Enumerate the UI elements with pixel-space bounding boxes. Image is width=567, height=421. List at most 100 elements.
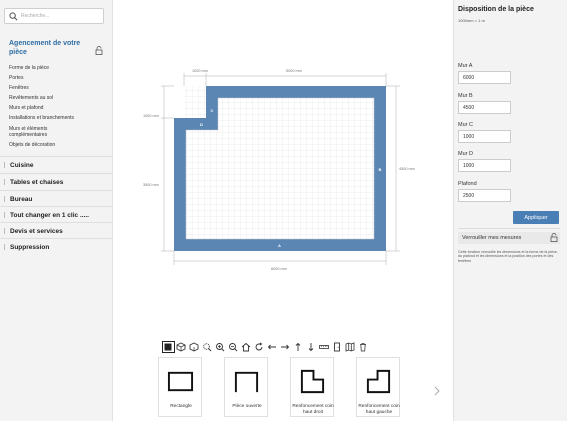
subitem-windows[interactable]: Fenêtres <box>9 83 109 93</box>
view-2d-button[interactable] <box>175 341 188 353</box>
zoom-fit-button[interactable] <box>201 341 214 353</box>
wall-c-input[interactable] <box>458 130 511 143</box>
lock-measures-toggle[interactable]: Verrouiller mes mesures <box>458 232 560 244</box>
shape-label: Pièce ouverte <box>232 404 262 409</box>
category-office[interactable]: Bureau <box>0 190 113 207</box>
open-room-shape-icon <box>234 371 259 393</box>
room-settings-panel: Disposition de la pièce 1000mm = 1 m Mur… <box>453 0 567 421</box>
canvas-toolbar <box>162 340 370 354</box>
subitem-installations[interactable]: Installations et branchements <box>9 113 109 123</box>
wall-d-input[interactable] <box>458 159 511 172</box>
home-button[interactable] <box>240 341 253 353</box>
next-shapes-button[interactable] <box>434 383 440 396</box>
lock-note: Cette fonction verrouille les dimensions… <box>458 250 558 263</box>
rectangle-shape-icon <box>167 371 194 392</box>
shape-card-rectangle[interactable]: Rectangle <box>158 357 202 417</box>
move-down-button[interactable] <box>305 341 318 353</box>
map-button[interactable] <box>344 341 357 353</box>
lock-icon <box>550 233 558 242</box>
subitem-walls-ceiling[interactable]: Murs et plafond <box>9 103 109 113</box>
chevron-right-icon <box>434 386 440 396</box>
search-icon <box>9 11 18 20</box>
home-icon <box>241 342 251 352</box>
dim-bottom: 6000 mm <box>271 267 287 271</box>
category-delete[interactable]: Suppression <box>0 238 113 255</box>
delete-button[interactable] <box>357 341 370 353</box>
zoom-in-button[interactable] <box>214 341 227 353</box>
zoom-out-button[interactable] <box>227 341 240 353</box>
lock-measures-label: Verrouiller mes mesures <box>462 235 522 241</box>
shape-card-recess-top-right[interactable]: Renfoncement coin haut droit <box>290 357 334 417</box>
category-tables-chairs[interactable]: Tables et chaises <box>0 173 113 190</box>
arrow-down-icon <box>308 343 314 352</box>
subitem-decoration[interactable]: Objets de décoration <box>9 140 109 150</box>
wall-label-c[interactable]: C <box>211 108 214 113</box>
subitem-walls-elements[interactable]: Murs et éléments complémentaires <box>9 124 69 140</box>
door-button[interactable] <box>331 341 344 353</box>
select-tool-button[interactable] <box>162 341 175 353</box>
shape-label: Renfoncement coin haut gauche <box>358 404 400 415</box>
scale-note: 1000mm = 1 m <box>458 18 485 23</box>
shape-label: Renfoncement coin haut droit <box>292 404 334 415</box>
floor-plan-canvas[interactable]: 1000 mm 5000 mm 1000 mm 3500 mm 4500 mm … <box>114 0 453 340</box>
wall-a-input[interactable] <box>458 71 511 84</box>
move-left-button[interactable] <box>266 341 279 353</box>
category-kitchen[interactable]: Cuisine <box>0 156 113 173</box>
arrow-up-icon <box>295 342 301 351</box>
divider <box>458 228 560 229</box>
subitem-room-shape[interactable]: Forme de la pièce <box>9 63 109 73</box>
search-input[interactable] <box>21 13 101 19</box>
subitem-doors[interactable]: Portes <box>9 73 109 83</box>
arrow-left-icon <box>268 344 277 350</box>
rotate-button[interactable] <box>253 341 266 353</box>
view-2d-icon <box>176 342 186 352</box>
dim-top-right: 5000 mm <box>286 69 302 73</box>
shape-label: Rectangle <box>170 404 192 409</box>
wall-label-b[interactable]: B <box>379 167 382 172</box>
recess-top-right-shape-icon <box>300 369 325 394</box>
select-icon <box>164 343 172 351</box>
section-title-room-layout[interactable]: Agencement de votre pièce <box>9 39 91 57</box>
zoom-out-icon <box>229 343 238 352</box>
wall-c-label: Mur C <box>458 122 473 128</box>
map-icon <box>345 342 355 352</box>
subitem-floor-coverings[interactable]: Revêtements au sol <box>9 93 109 103</box>
notch-ghost <box>184 86 206 118</box>
wall-d-label: Mur D <box>458 151 473 157</box>
wall-label-a[interactable]: A <box>278 243 281 248</box>
dim-right: 4500 mm <box>399 167 415 171</box>
category-change-all[interactable]: Tout changer en 1 clic ..... <box>0 206 113 223</box>
shape-card-open-room[interactable]: Pièce ouverte <box>224 357 268 417</box>
lock-icon[interactable] <box>95 42 103 55</box>
apply-button[interactable]: Appliquer <box>513 211 559 224</box>
dim-left-bottom: 3500 mm <box>143 183 159 187</box>
panel-title: Disposition de la pièce <box>458 6 534 13</box>
wall-label-d[interactable]: D <box>200 122 203 127</box>
left-sidebar: Agencement de votre pièce Forme de la pi… <box>0 0 113 421</box>
view-3d-button[interactable] <box>188 341 201 353</box>
dim-top-left: 1000 mm <box>192 69 208 73</box>
ruler-button[interactable] <box>318 341 331 353</box>
zoom-fit-icon <box>203 343 212 352</box>
category-quote-services[interactable]: Devis et services <box>0 222 113 239</box>
shape-card-recess-top-left[interactable]: Renfoncement coin haut gauche <box>356 357 400 417</box>
ceiling-label: Plafond <box>458 181 477 187</box>
room-shape-picker: Rectangle Pièce ouverte Renfoncement coi… <box>158 357 422 417</box>
wall-a-label: Mur A <box>458 63 473 69</box>
trash-icon <box>360 343 367 352</box>
ruler-icon <box>319 345 330 349</box>
arrow-right-icon <box>281 344 290 350</box>
move-right-button[interactable] <box>279 341 292 353</box>
view-3d-icon <box>189 342 199 352</box>
wall-b-label: Mur B <box>458 93 473 99</box>
move-up-button[interactable] <box>292 341 305 353</box>
search-box[interactable] <box>4 8 104 24</box>
dim-left-top: 1000 mm <box>143 114 159 118</box>
door-icon <box>334 342 341 352</box>
wall-b-input[interactable] <box>458 101 511 114</box>
recess-top-left-shape-icon <box>366 369 391 394</box>
ceiling-input[interactable] <box>458 189 511 202</box>
section-subitems: Forme de la pièce Portes Fenêtres Revête… <box>9 63 109 150</box>
zoom-in-icon <box>216 343 225 352</box>
rotate-icon <box>255 342 263 351</box>
